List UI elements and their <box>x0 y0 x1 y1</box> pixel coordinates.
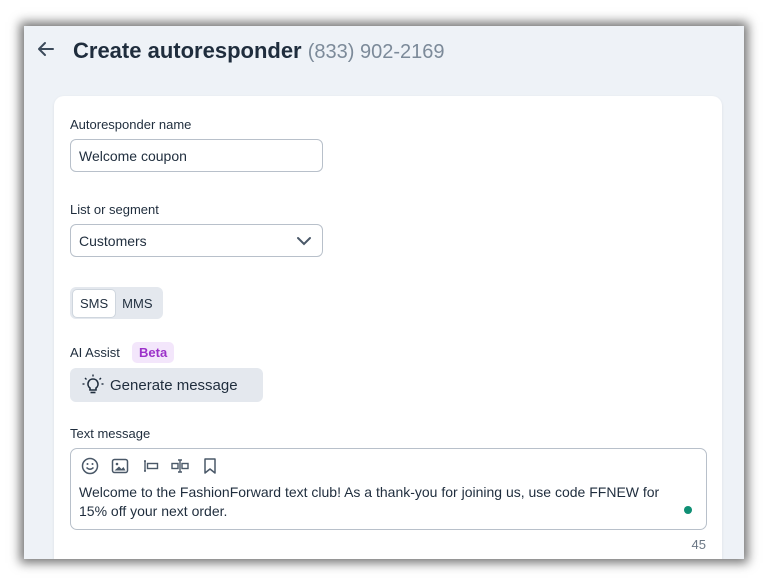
status-dot <box>684 506 692 514</box>
app-window: Create autoresponder (833) 902-2169 Auto… <box>24 26 744 559</box>
merge-field-icon[interactable] <box>141 457 159 475</box>
editor-toolbar <box>81 457 219 475</box>
shortlink-icon[interactable] <box>171 457 189 475</box>
character-count: 45 <box>691 537 706 552</box>
list-value: Customers <box>79 233 147 249</box>
emoji-icon[interactable] <box>81 457 99 475</box>
arrow-left-icon[interactable] <box>36 39 56 59</box>
image-icon[interactable] <box>111 457 129 475</box>
beta-badge: Beta <box>132 342 175 363</box>
autoresponder-name-input[interactable]: Welcome coupon <box>70 139 323 172</box>
page-title: Create autoresponder (833) 902-2169 <box>73 38 445 64</box>
page-header: Create autoresponder (833) 902-2169 <box>24 26 744 76</box>
chevron-down-icon <box>297 237 311 246</box>
tab-sms[interactable]: SMS <box>73 289 116 317</box>
name-label: Autoresponder name <box>70 117 192 132</box>
list-label: List or segment <box>70 202 159 217</box>
generate-message-label: Generate message <box>110 376 238 394</box>
page-title-text: Create autoresponder <box>73 38 302 63</box>
list-segment-select[interactable]: Customers <box>70 224 323 257</box>
message-editor[interactable]: Welcome to the FashionForward text club!… <box>70 448 707 530</box>
lightbulb-icon <box>82 374 104 394</box>
channel-toggle: SMS MMS <box>70 287 163 319</box>
bookmark-icon[interactable] <box>201 457 219 475</box>
name-value: Welcome coupon <box>79 148 187 164</box>
ai-assist-label: AI Assist <box>70 345 120 360</box>
text-message-label: Text message <box>70 426 151 441</box>
tab-mms[interactable]: MMS <box>115 290 159 317</box>
phone-number: (833) 902-2169 <box>307 41 445 63</box>
form-card: Autoresponder name Welcome coupon List o… <box>54 96 722 559</box>
generate-message-button[interactable]: Generate message <box>70 368 263 402</box>
message-text[interactable]: Welcome to the FashionForward text club!… <box>79 483 689 521</box>
